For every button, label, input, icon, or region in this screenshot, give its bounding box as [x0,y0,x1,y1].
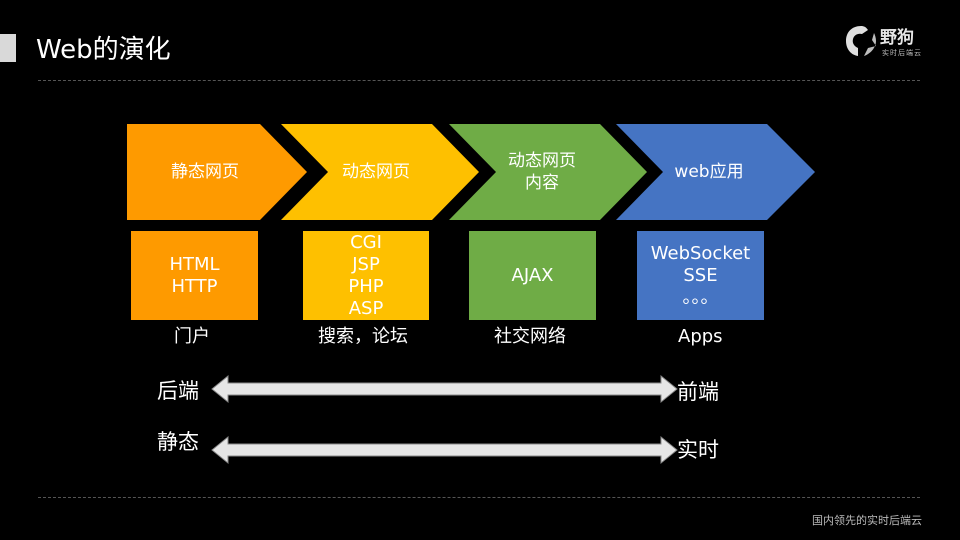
caption-portal: 门户 [174,326,210,347]
bottom-divider [38,497,920,498]
tech-list-web-apps: WebSocket SSE 。。。 [650,242,751,308]
tech-list-dynamic: CGI JSP PHP ASP [348,231,384,319]
arrow-label-static: 静态 [157,430,199,454]
tech-box-web-apps: WebSocket SSE 。。。 [637,231,764,320]
tech-list-dynamic-content: AJAX [511,264,554,286]
tech-list-static: HTML HTTP [169,253,220,297]
caption-search-forum: 搜索，论坛 [318,326,408,347]
tech-box-static: HTML HTTP [131,231,258,320]
footer-tagline: 国内领先的实时后端云 [812,514,922,527]
tech-box-dynamic-content: AJAX [469,231,596,320]
arrow-label-backend: 后端 [157,379,199,403]
caption-social: 社交网络 [494,326,566,347]
stage-label-dynamic-content: 动态网页 内容 [508,151,576,193]
stage-label-web-apps: web应用 [674,162,744,182]
tech-box-dynamic: CGI JSP PHP ASP [303,231,429,320]
arrow-label-frontend: 前端 [677,380,719,404]
arrow-label-realtime: 实时 [677,438,719,462]
backend-frontend-arrow [211,374,678,404]
caption-apps: Apps [678,326,723,347]
stage-label-static: 静态网页 [171,162,239,182]
stage-label-dynamic: 动态网页 [342,162,410,182]
static-realtime-arrow [211,435,678,465]
